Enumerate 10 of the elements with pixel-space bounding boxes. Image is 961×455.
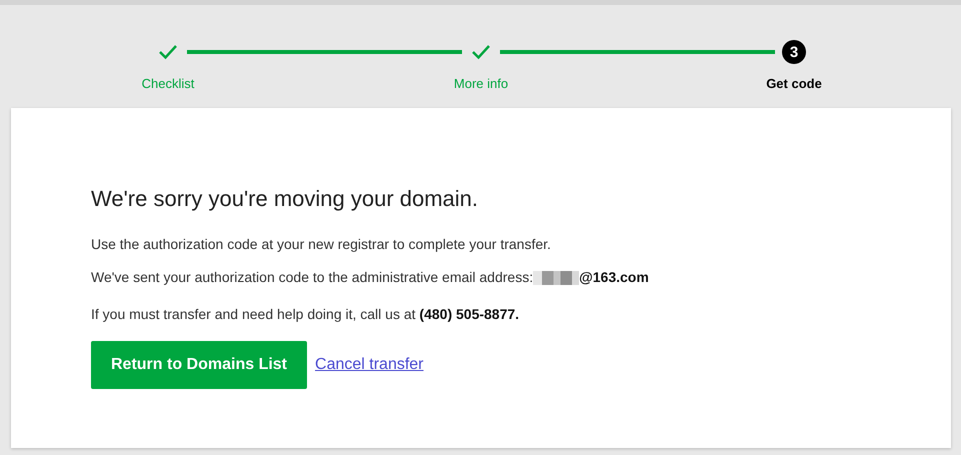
step-label: Get code — [766, 75, 822, 93]
step-number: 3 — [782, 40, 806, 64]
cancel-transfer-link[interactable]: Cancel transfer — [315, 353, 424, 378]
step-label: Checklist — [142, 75, 194, 93]
instruction-text: Use the authorization code at your new registrar to complete your transfer. — [91, 235, 552, 254]
email-notice-text: We've sent your authorization code to the administrative email address: — [91, 268, 534, 288]
help-text: If you must transfer and need help doing it, call us at (480) 505-8877. — [91, 305, 520, 324]
heading: We're sorry you're moving your domain. — [91, 186, 480, 212]
email-address: @163.com — [579, 268, 649, 288]
step-label: More info — [454, 75, 508, 93]
